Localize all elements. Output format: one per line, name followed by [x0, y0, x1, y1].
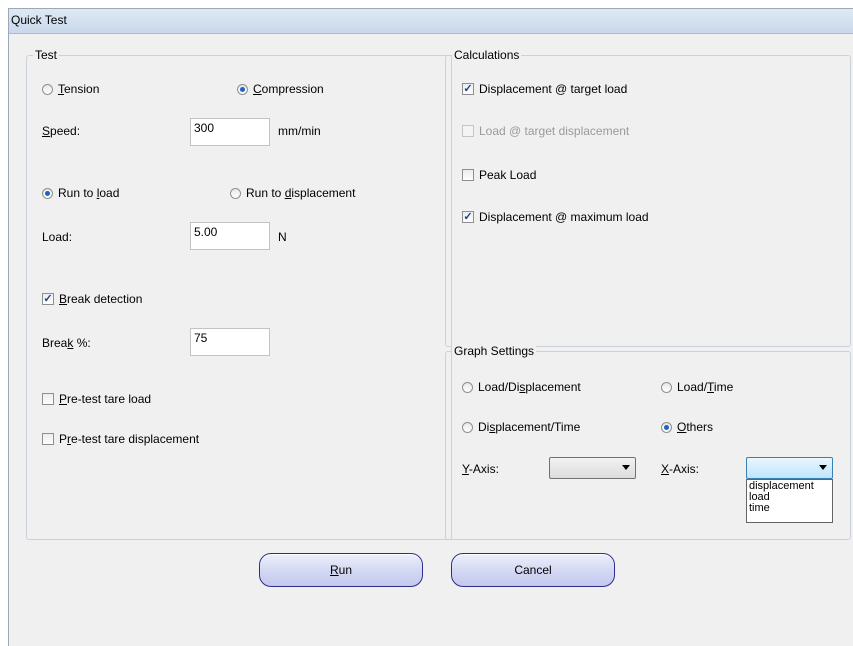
calculations-group: Calculations: [445, 48, 851, 347]
run-to-displacement-radio-button[interactable]: [230, 187, 241, 199]
calc-displacement-target-load-checkbox[interactable]: ✓ Displacement @ target load: [462, 82, 627, 96]
others-label: Others: [677, 420, 714, 434]
test-group-label: Test: [33, 48, 60, 62]
load-displacement-radio[interactable]: Load/Displacement: [462, 380, 581, 394]
graph-settings-group-label: Graph Settings: [452, 344, 537, 358]
calc-load-target-displacement-check-box[interactable]: [462, 125, 474, 137]
compression-radio[interactable]: Compression: [237, 82, 324, 96]
load-time-radio[interactable]: Load/Time: [661, 380, 733, 394]
calculations-group-label: Calculations: [452, 48, 522, 62]
pretest-tare-displacement-check-box[interactable]: [42, 433, 54, 445]
tension-radio-button[interactable]: [42, 83, 53, 95]
run-to-load-radio-button[interactable]: [42, 187, 53, 199]
x-axis-chevron-down-icon[interactable]: [819, 465, 827, 470]
tension-radio[interactable]: Tension: [42, 82, 99, 96]
load-displacement-radio-button[interactable]: [462, 381, 473, 393]
y-axis-chevron-down-icon[interactable]: [622, 465, 630, 470]
load-unit: N: [278, 230, 287, 244]
pretest-tare-displacement-checkbox[interactable]: Pre-test tare displacement: [42, 432, 199, 446]
x-axis-option-time[interactable]: time: [749, 503, 830, 514]
title-bar: Quick Test: [9, 9, 853, 34]
break-percent-input[interactable]: 75: [190, 328, 270, 356]
break-detection-check-box[interactable]: ✓: [42, 293, 54, 305]
break-detection-checkbox[interactable]: ✓ Break detection: [42, 292, 142, 306]
speed-unit: mm/min: [278, 124, 321, 138]
compression-radio-button[interactable]: [237, 83, 248, 95]
displacement-time-radio[interactable]: Displacement/Time: [462, 420, 580, 434]
pretest-tare-displacement-label: Pre-test tare displacement: [59, 432, 200, 446]
break-detection-label: Break detection: [59, 292, 143, 306]
window-title: Quick Test: [11, 13, 67, 27]
calc-displacement-max-load-checkbox[interactable]: ✓ Displacement @ maximum load: [462, 210, 649, 224]
others-radio-button[interactable]: [661, 421, 672, 433]
y-axis-label: Y-Axis:: [462, 462, 499, 476]
pretest-tare-load-label: Pre-test tare load: [59, 392, 152, 406]
displacement-time-radio-button[interactable]: [462, 421, 473, 433]
calc-load-target-displacement-checkbox[interactable]: Load @ target displacement: [462, 124, 629, 138]
run-to-load-label: Run to load: [58, 186, 120, 200]
run-to-displacement-radio[interactable]: Run to displacement: [230, 186, 355, 200]
others-radio[interactable]: Others: [661, 420, 713, 434]
run-button[interactable]: Run: [259, 553, 423, 587]
y-axis-select[interactable]: [549, 457, 636, 479]
calc-displacement-max-load-label: Displacement @ maximum load: [479, 210, 649, 224]
load-time-radio-button[interactable]: [661, 381, 672, 393]
load-displacement-label: Load/Displacement: [478, 380, 581, 394]
calc-peak-load-checkbox[interactable]: Peak Load: [462, 168, 536, 182]
calc-displacement-max-load-check-box[interactable]: ✓: [462, 211, 474, 223]
run-to-displacement-label: Run to displacement: [246, 186, 356, 200]
run-to-load-radio[interactable]: Run to load: [42, 186, 119, 200]
quick-test-window: Quick Test Test Tension Compression Spee…: [8, 8, 853, 646]
pretest-tare-load-checkbox[interactable]: Pre-test tare load: [42, 392, 151, 406]
break-percent-label: Break %:: [42, 336, 91, 350]
calc-displacement-target-load-label: Displacement @ target load: [479, 82, 628, 96]
calc-load-target-displacement-label: Load @ target displacement: [479, 124, 630, 138]
tension-label: Tension: [58, 82, 100, 96]
speed-input[interactable]: 300: [190, 118, 270, 146]
load-input[interactable]: 5.00: [190, 222, 270, 250]
pretest-tare-load-check-box[interactable]: [42, 393, 54, 405]
calc-displacement-target-load-check-box[interactable]: ✓: [462, 83, 474, 95]
compression-label: Compression: [253, 82, 324, 96]
displacement-time-label: Displacement/Time: [478, 420, 581, 434]
cancel-button[interactable]: Cancel: [451, 553, 615, 587]
x-axis-dropdown-list: displacement load time: [746, 479, 833, 523]
calc-peak-load-check-box[interactable]: [462, 169, 474, 181]
speed-label: Speed:: [42, 124, 81, 138]
load-label: Load:: [42, 230, 73, 244]
x-axis-select[interactable]: [746, 457, 833, 479]
calc-peak-load-label: Peak Load: [479, 168, 537, 182]
x-axis-label: X-Axis:: [661, 462, 700, 476]
load-time-label: Load/Time: [677, 380, 734, 394]
